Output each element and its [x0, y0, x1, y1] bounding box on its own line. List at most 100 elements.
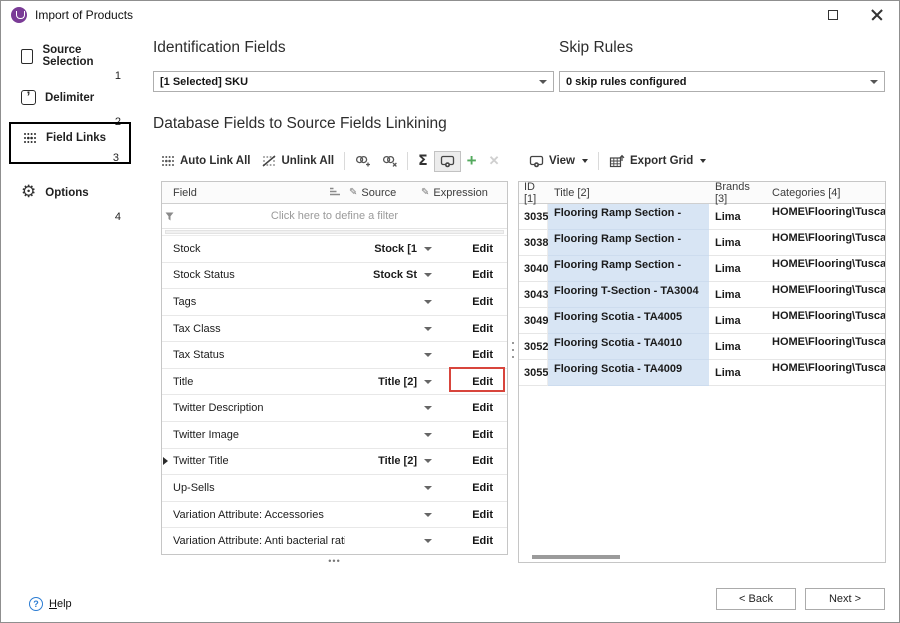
edit-expression-button[interactable]: Edit	[439, 323, 507, 335]
pencil-icon: ✎	[421, 187, 429, 198]
field-link-row[interactable]: Variation Attribute: Anti bacterial rati…	[162, 528, 507, 554]
edit-expression-button[interactable]: Edit	[439, 402, 507, 414]
close-button[interactable]	[855, 1, 899, 28]
product-row[interactable]: 3043Flooring T-Section - TA3004LimaHOME\…	[519, 282, 885, 308]
source-dropdown[interactable]	[417, 273, 439, 277]
sidebar-item-options[interactable]: ⚙ Options 4	[9, 185, 131, 200]
product-row[interactable]: 3038Flooring Ramp Section -LimaHOME\Floo…	[519, 230, 885, 256]
back-button[interactable]: < Back	[716, 588, 796, 610]
product-row[interactable]: 3049Flooring Scotia - TA4005LimaHOME\Flo…	[519, 308, 885, 334]
source-dropdown[interactable]	[417, 353, 439, 357]
categories-cell: HOME\Flooring\Tuscan F	[764, 334, 885, 360]
field-link-row[interactable]: StockStock [1Edit	[162, 236, 507, 263]
source-dropdown[interactable]	[417, 406, 439, 410]
product-row[interactable]: 3055Flooring Scotia - TA4009LimaHOME\Flo…	[519, 360, 885, 386]
help-link[interactable]: ? Help	[29, 597, 72, 611]
column-header-source[interactable]: ✎ Source	[349, 187, 421, 199]
source-dropdown[interactable]	[417, 327, 439, 331]
filter-row[interactable]: Click here to define a filter	[162, 204, 507, 229]
sidebar-item-source-selection[interactable]: Source Selection 1	[9, 44, 131, 68]
data-grid-header[interactable]: ID [1] Title [2] Brands [3] Categories […	[519, 182, 885, 204]
horizontal-scrollbar[interactable]	[162, 229, 507, 236]
add-link-button[interactable]	[349, 151, 376, 172]
source-dropdown[interactable]	[417, 247, 439, 251]
view-label: View	[549, 155, 575, 167]
edit-expression-button[interactable]: Edit	[439, 349, 507, 361]
edit-expression-button[interactable]: Edit	[439, 455, 507, 467]
source-dropdown[interactable]	[417, 300, 439, 304]
next-button[interactable]: Next >	[805, 588, 885, 610]
title-cell: Flooring Ramp Section -	[548, 204, 709, 230]
source-dropdown[interactable]	[417, 513, 439, 517]
column-header-categories[interactable]: Categories [4]	[764, 187, 885, 199]
edit-expression-button[interactable]: Edit	[439, 509, 507, 521]
field-link-row[interactable]: TagsEdit	[162, 289, 507, 316]
field-link-row[interactable]: Tax ClassEdit	[162, 316, 507, 343]
step-number: 4	[115, 211, 121, 223]
remove-link-button[interactable]	[376, 151, 403, 172]
export-grid-button[interactable]: Export Grid	[603, 150, 712, 172]
grid-resize-grip[interactable]: •••	[161, 557, 508, 565]
sidebar-item-label: Source Selection	[42, 44, 131, 68]
edit-expression-button[interactable]: Edit	[439, 243, 507, 255]
edit-expression-button[interactable]: Edit	[439, 535, 507, 547]
field-grid-header[interactable]: Field ✎ Source ✎ Expression	[162, 182, 507, 204]
field-link-row[interactable]: Up-SellsEdit	[162, 475, 507, 502]
view-menu-button[interactable]: View	[523, 151, 594, 172]
product-row[interactable]: 3035Flooring Ramp Section -LimaHOME\Floo…	[519, 204, 885, 230]
column-header-expression[interactable]: ✎ Expression	[421, 187, 507, 199]
panel-splitter-handle[interactable]	[511, 342, 515, 358]
step-number: 3	[113, 152, 119, 164]
horizontal-scrollbar-thumb[interactable]	[532, 555, 620, 559]
product-row[interactable]: 3052Flooring Scotia - TA4010LimaHOME\Flo…	[519, 334, 885, 360]
add-row-button[interactable]: +	[461, 150, 483, 172]
chevron-down-icon	[424, 327, 432, 331]
chevron-down-icon	[424, 353, 432, 357]
sidebar-item-delimiter[interactable]: ’ Delimiter 2	[9, 90, 131, 105]
field-link-row[interactable]: Twitter DescriptionEdit	[162, 395, 507, 422]
source-dropdown[interactable]	[417, 539, 439, 543]
source-dropdown[interactable]	[417, 433, 439, 437]
field-link-row[interactable]: TitleTitle [2]Edit	[162, 369, 507, 396]
field-name-cell: Title	[162, 376, 345, 388]
product-row[interactable]: 3040Flooring Ramp Section -LimaHOME\Floo…	[519, 256, 885, 282]
identification-fields-dropdown[interactable]: [1 Selected] SKU	[153, 71, 554, 92]
sidebar-item-field-links[interactable]: Field Links 3	[9, 122, 131, 164]
brand-cell: Lima	[709, 360, 764, 386]
id-cell: 3055	[519, 360, 548, 386]
source-dropdown[interactable]	[417, 380, 439, 384]
field-link-row[interactable]: Stock StatusStock StEdit	[162, 263, 507, 290]
field-link-row[interactable]: Twitter ImageEdit	[162, 422, 507, 449]
source-dropdown[interactable]	[417, 459, 439, 463]
gear-icon: ⚙	[21, 185, 36, 200]
expression-sum-button[interactable]: Σ	[412, 149, 434, 173]
field-link-row[interactable]: Tax StatusEdit	[162, 342, 507, 369]
source-dropdown[interactable]	[417, 486, 439, 490]
sidebar-item-label: Delimiter	[45, 92, 94, 104]
unlink-all-button[interactable]: Unlink All	[256, 151, 340, 171]
field-link-row[interactable]: Twitter TitleTitle [2]Edit	[162, 449, 507, 476]
edit-expression-button[interactable]: Edit	[439, 376, 507, 388]
column-header-field[interactable]: Field	[162, 187, 329, 199]
skip-rules-dropdown[interactable]: 0 skip rules configured	[559, 71, 885, 92]
auto-link-all-button[interactable]: Auto Link All	[155, 151, 256, 171]
window-title: Import of Products	[35, 8, 133, 22]
column-header-title[interactable]: Title [2]	[548, 187, 709, 199]
edit-expression-button[interactable]: Edit	[439, 296, 507, 308]
brand-cell: Lima	[709, 256, 764, 282]
toolbar-separator	[598, 152, 599, 170]
column-header-id[interactable]: ID [1]	[519, 181, 548, 205]
column-header-brands[interactable]: Brands [3]	[709, 181, 764, 205]
maximize-button[interactable]	[811, 1, 855, 28]
edit-expression-button[interactable]: Edit	[439, 482, 507, 494]
delete-row-button[interactable]: ✕	[483, 149, 506, 173]
title-cell: Flooring Scotia - TA4005	[548, 308, 709, 334]
edit-expression-button[interactable]: Edit	[439, 269, 507, 281]
field-name-cell: Variation Attribute: Accessories	[162, 509, 345, 521]
edit-expression-button[interactable]: Edit	[439, 429, 507, 441]
field-name-cell: Stock	[162, 243, 345, 255]
field-link-row[interactable]: Variation Attribute: Accessories Edit	[162, 502, 507, 529]
field-grid-rows: StockStock [1EditStock StatusStock StEdi…	[162, 236, 507, 554]
preview-toggle-button[interactable]	[434, 151, 461, 172]
source-value-cell: Title [2]	[345, 455, 417, 467]
